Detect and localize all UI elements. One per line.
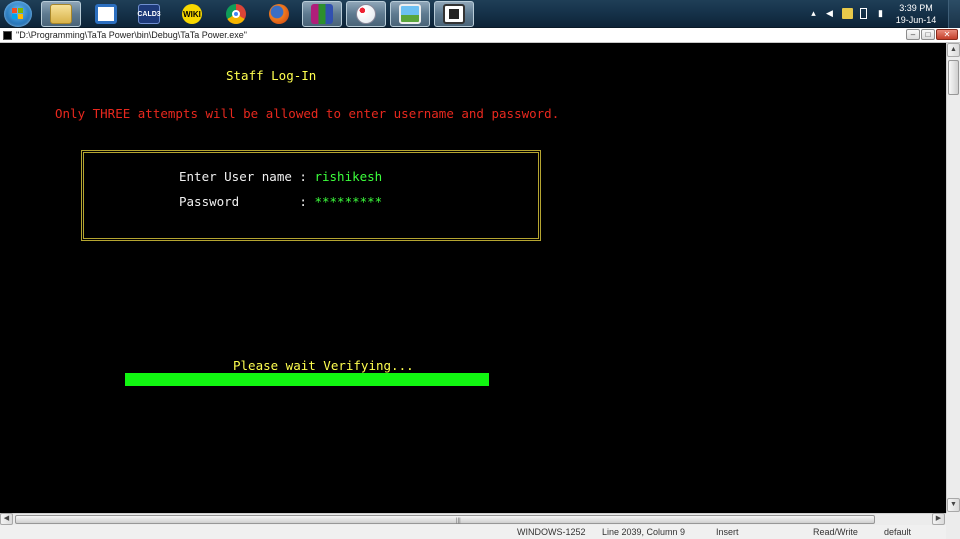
scroll-left-button[interactable]: ◀ bbox=[0, 513, 13, 525]
close-button[interactable]: ✕ bbox=[936, 29, 958, 40]
status-profile: default bbox=[884, 527, 912, 537]
status-mode: Insert bbox=[716, 527, 739, 537]
console-output[interactable]: Staff Log-In Only THREE attempts will be… bbox=[0, 43, 946, 513]
password-value: ********* bbox=[314, 194, 383, 209]
clock-time: 3:39 PM bbox=[899, 3, 933, 13]
scrollbar-corner bbox=[946, 513, 960, 539]
taskbar-winrar-button[interactable] bbox=[302, 1, 342, 27]
taskbar-explorer-button[interactable] bbox=[41, 1, 81, 27]
visual-studio-icon bbox=[95, 4, 117, 24]
paint-palette-icon bbox=[356, 4, 376, 24]
taskbar-firefox-button[interactable] bbox=[259, 1, 299, 27]
verification-progress-bar bbox=[125, 373, 489, 386]
taskbar-photo-viewer-button[interactable] bbox=[390, 1, 430, 27]
action-center-flag-icon[interactable] bbox=[842, 8, 853, 19]
chrome-icon bbox=[226, 4, 246, 24]
vertical-scroll-thumb[interactable] bbox=[948, 60, 959, 95]
battery-icon[interactable] bbox=[860, 8, 867, 19]
show-hidden-icons-icon[interactable]: ▴ bbox=[808, 8, 819, 19]
username-row: Enter User name : rishikesh bbox=[179, 169, 382, 185]
username-label: Enter User name : bbox=[179, 169, 315, 184]
username-value: rishikesh bbox=[314, 169, 383, 184]
status-encoding: WINDOWS-1252 bbox=[517, 527, 586, 537]
verifying-message: Please wait Verifying... bbox=[233, 358, 414, 373]
console-window-icon bbox=[443, 4, 465, 24]
window-title: "D:\Programming\TaTa Power\bin\Debug\TaT… bbox=[16, 30, 247, 40]
login-heading: Staff Log-In bbox=[226, 68, 317, 83]
console-app-icon[interactable] bbox=[3, 31, 12, 40]
window-titlebar[interactable]: "D:\Programming\TaTa Power\bin\Debug\TaT… bbox=[0, 28, 960, 43]
vertical-scrollbar[interactable]: ▲ ▼ bbox=[946, 43, 960, 513]
picture-icon bbox=[399, 4, 421, 24]
progress-fill bbox=[125, 373, 489, 386]
start-button[interactable] bbox=[4, 1, 32, 27]
taskbar-clock[interactable]: 3:39 PM 19-Jun-14 bbox=[894, 2, 938, 26]
editor-status-bar: WINDOWS-1252 Line 2039, Column 9 Insert … bbox=[0, 525, 946, 539]
maximize-button[interactable]: □ bbox=[921, 29, 935, 40]
scroll-up-button[interactable]: ▲ bbox=[947, 43, 960, 57]
scroll-grip-icon: ||| bbox=[456, 518, 461, 524]
attempts-warning: Only THREE attempts will be allowed to e… bbox=[55, 106, 560, 121]
taskbar-visual-studio-button[interactable] bbox=[86, 1, 126, 27]
clock-date: 19-Jun-14 bbox=[895, 15, 937, 25]
status-access: Read/Write bbox=[813, 527, 858, 537]
windows-logo-icon bbox=[12, 8, 24, 20]
system-tray: ▴ ◀ ▮ 3:39 PM 19-Jun-14 bbox=[800, 0, 960, 28]
password-row: Password : ********* bbox=[179, 194, 382, 210]
horizontal-scrollbar[interactable]: ◀ ||| ▶ bbox=[0, 513, 946, 525]
winrar-icon bbox=[311, 4, 333, 24]
wikitaxi-icon: WIKI bbox=[182, 4, 202, 24]
folder-icon bbox=[50, 4, 72, 24]
taskbar-cald3-button[interactable]: CALD3 bbox=[129, 1, 169, 27]
taskbar: CALD3 WIKI ▴ ◀ ▮ 3:39 PM 19-Jun-14 bbox=[0, 0, 960, 28]
taskbar-chrome-button[interactable] bbox=[216, 1, 256, 27]
volume-icon[interactable]: ◀ bbox=[824, 8, 835, 19]
taskbar-console-button[interactable] bbox=[434, 1, 474, 27]
show-desktop-button[interactable] bbox=[948, 0, 960, 28]
minimize-button[interactable]: – bbox=[906, 29, 920, 40]
password-label: Password : bbox=[179, 194, 315, 209]
status-position: Line 2039, Column 9 bbox=[602, 527, 686, 537]
scroll-right-button[interactable]: ▶ bbox=[932, 513, 945, 525]
window-controls: – □ ✕ bbox=[906, 29, 958, 41]
taskbar-paint-button[interactable] bbox=[346, 1, 386, 27]
horizontal-scroll-thumb[interactable]: ||| bbox=[15, 515, 875, 524]
cald3-icon: CALD3 bbox=[137, 4, 161, 24]
scroll-down-button[interactable]: ▼ bbox=[947, 498, 960, 512]
firefox-icon bbox=[269, 4, 289, 24]
network-icon[interactable]: ▮ bbox=[875, 8, 886, 19]
taskbar-wikitaxi-button[interactable]: WIKI bbox=[172, 1, 212, 27]
